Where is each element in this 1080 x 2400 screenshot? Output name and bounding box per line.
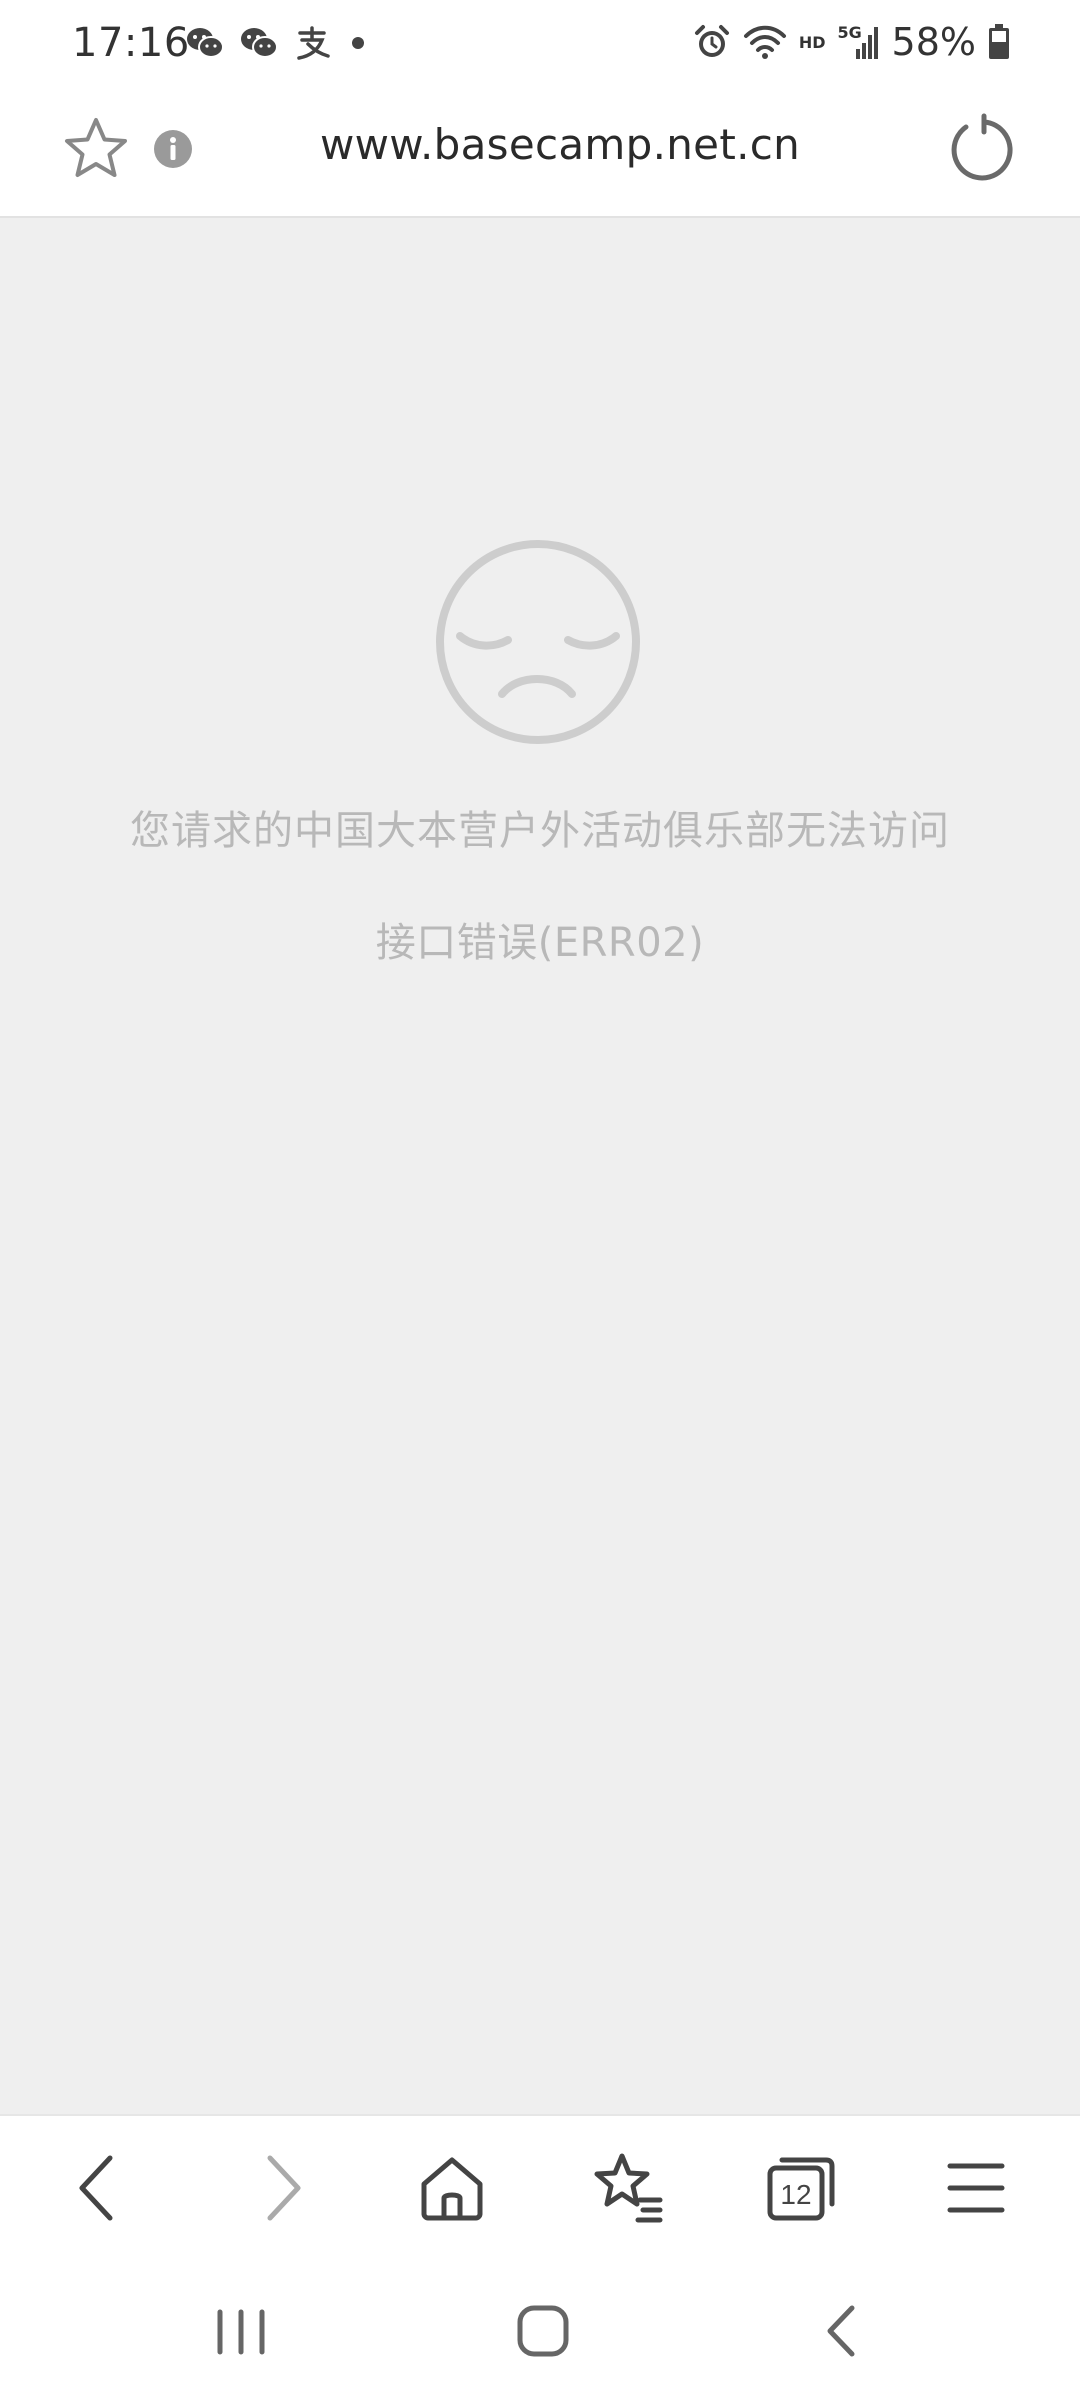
address-bar: www.basecamp.net.cn bbox=[0, 90, 1080, 218]
hd-label: HD bbox=[798, 32, 826, 52]
status-bar: 17:16 HD 5G 58% bbox=[0, 0, 1080, 90]
sad-face-icon bbox=[436, 540, 640, 744]
error-message: 您请求的中国大本营户外活动俱乐部无法访问 bbox=[130, 808, 950, 854]
url-text[interactable]: www.basecamp.net.cn bbox=[260, 120, 860, 169]
status-time: 17:16 bbox=[72, 20, 190, 66]
tabs-icon: 12 bbox=[767, 2157, 835, 2221]
alipay-icon bbox=[297, 26, 330, 60]
reload-icon[interactable] bbox=[944, 112, 1020, 188]
signal-indicator: 5G bbox=[838, 23, 880, 61]
notification-icons bbox=[186, 26, 368, 60]
site-info-icon[interactable] bbox=[152, 128, 194, 170]
bookmark-star-icon[interactable] bbox=[60, 114, 132, 186]
error-page: 您请求的中国大本营户外活动俱乐部无法访问 接口错误(ERR02) bbox=[0, 218, 1080, 2114]
battery-percent: 58% bbox=[891, 20, 976, 64]
dot-icon bbox=[352, 37, 364, 49]
back-nav-icon[interactable] bbox=[808, 2296, 878, 2366]
system-navigation-bar bbox=[0, 2260, 1080, 2400]
browser-toolbar: 12 bbox=[0, 2114, 1080, 2260]
menu-icon[interactable] bbox=[936, 2148, 1016, 2228]
bookmarks-icon[interactable] bbox=[588, 2148, 668, 2228]
wechat-icon bbox=[241, 28, 278, 58]
alarm-icon bbox=[694, 25, 729, 57]
tabs-button[interactable]: 12 bbox=[762, 2148, 842, 2228]
battery-icon bbox=[989, 24, 1009, 59]
signal-icon bbox=[855, 27, 878, 59]
wifi-icon bbox=[743, 25, 786, 59]
error-code: 接口错误(ERR02) bbox=[375, 920, 705, 966]
wechat-icon bbox=[187, 28, 224, 58]
recent-apps-icon[interactable] bbox=[206, 2296, 276, 2366]
screen: 17:16 HD 5G 58% www.basecamp.net.cn 您请求的… bbox=[0, 0, 1080, 2400]
back-icon[interactable] bbox=[60, 2148, 140, 2228]
forward-icon[interactable] bbox=[240, 2148, 320, 2228]
status-right: HD 5G 58% bbox=[693, 20, 1010, 64]
home-icon[interactable] bbox=[412, 2148, 492, 2228]
home-nav-icon[interactable] bbox=[508, 2296, 578, 2366]
tabs-count: 12 bbox=[780, 2179, 811, 2210]
